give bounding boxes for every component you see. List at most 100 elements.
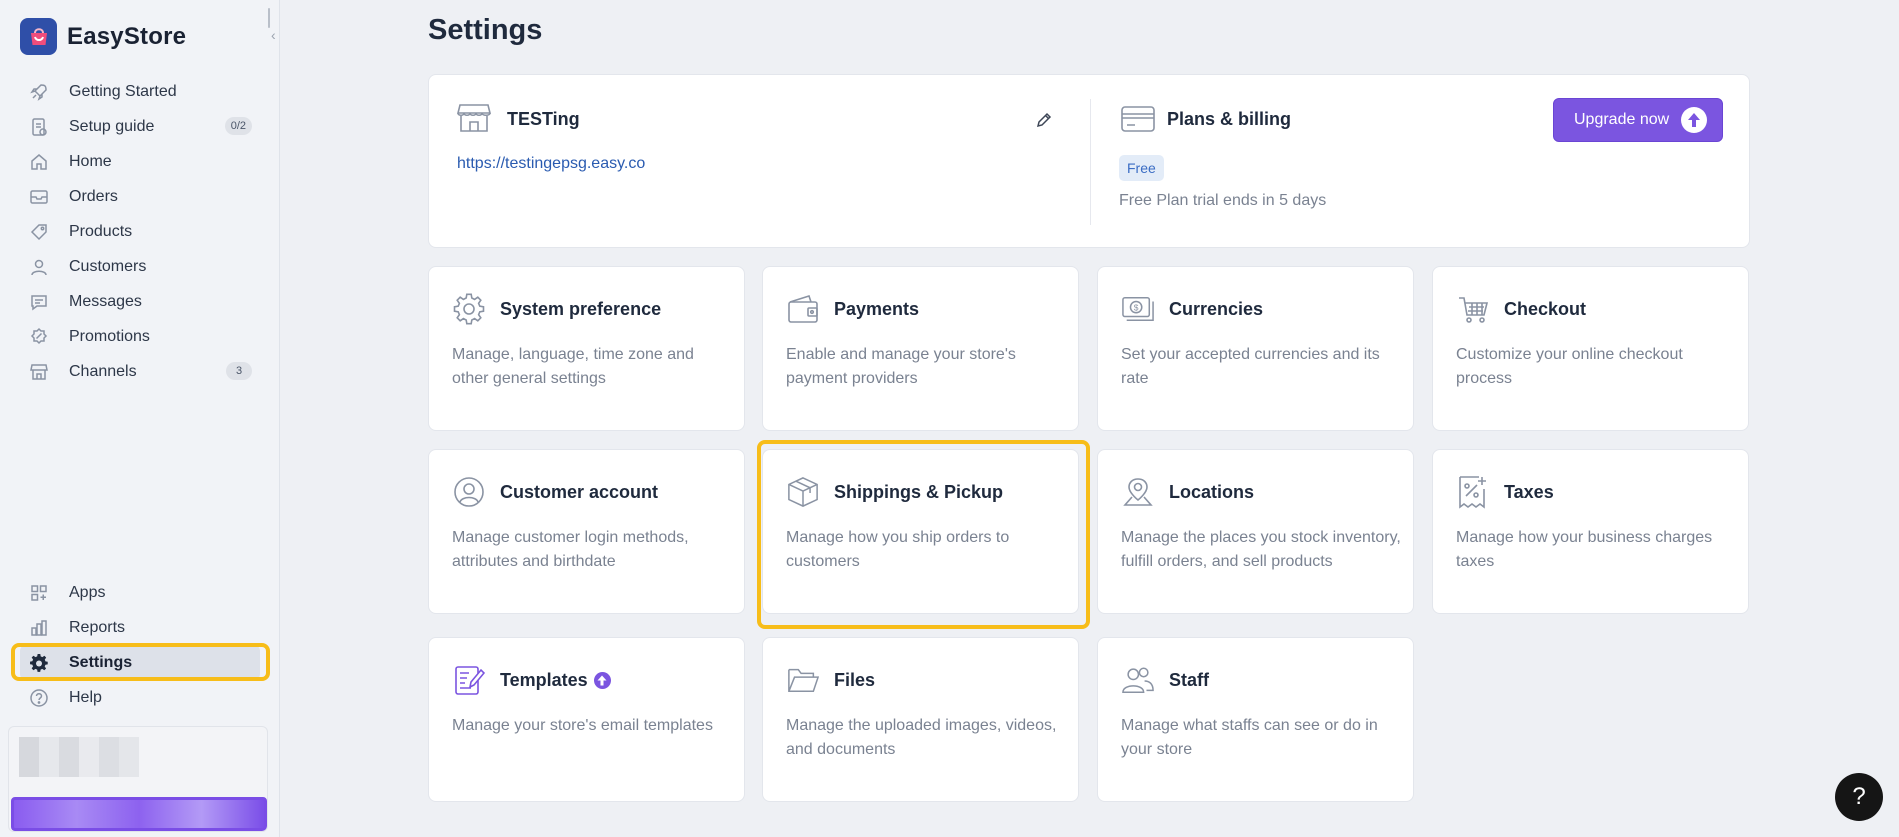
package-icon [787,476,819,508]
card-description: Manage what staffs can see or do in your… [1121,717,1378,758]
sidebar-item-promotions[interactable]: Promotions [20,319,260,354]
sidebar-item-label: Reports [69,618,126,636]
sidebar-item-orders[interactable]: Orders [20,179,260,214]
sidebar-item-apps[interactable]: Apps [20,575,260,610]
plan-badge: Free [1119,155,1164,181]
users-icon [1122,664,1154,696]
upgrade-now-button[interactable]: Upgrade now [1553,98,1723,142]
chat-icon [28,291,50,313]
sidebar-item-label: Home [69,152,112,170]
inbox-icon [28,186,50,208]
settings-card-staff[interactable]: Staff Manage what staffs can see or do i… [1097,637,1414,802]
storefront-icon [456,103,492,138]
sidebar-item-settings[interactable]: Settings [20,645,260,680]
sidebar-item-label: Products [69,222,133,240]
sidebar-item-setup-guide[interactable]: Setup guide 0/2 [20,109,260,144]
store-overview-card: TESTing https://testingepsg.easy.co Plan… [428,74,1750,248]
plans-billing-title: Plans & billing [1167,109,1292,129]
card-description: Manage the uploaded images, videos, and … [786,717,1057,758]
settings-card-checkout[interactable]: Checkout Customize your online checkout … [1432,266,1749,431]
card-description: Customize your online checkout process [1456,346,1683,387]
settings-card-currencies[interactable]: $ Currencies Set your accepted currencie… [1097,266,1414,431]
gear-icon [28,652,50,674]
discount-icon [28,326,50,348]
home-icon [28,151,50,173]
card-title-text: Templates [500,670,588,690]
card-description: Manage the places you stock inventory, f… [1121,529,1401,570]
card-title: Staff [1169,670,1209,690]
edit-store-pencil-icon[interactable] [1033,109,1055,131]
cart-icon [1457,293,1489,325]
redacted-account-name [19,737,139,777]
user-circle-icon [453,476,485,508]
sidebar-item-home[interactable]: Home [20,144,260,179]
brand-name: EasyStore [67,22,187,50]
sidebar-item-label: Help [69,688,102,706]
sidebar-item-help[interactable]: Help [20,680,260,715]
account-switcher[interactable] [8,726,268,832]
plan-trial-note: Free Plan trial ends in 5 days [1119,192,1327,209]
settings-card-taxes[interactable]: Taxes Manage how your business charges t… [1432,449,1749,614]
sidebar-item-label: Channels [69,362,137,380]
apps-icon [28,582,50,604]
sidebar-item-label: Settings [69,653,133,671]
card-title: System preference [500,299,662,319]
sidebar-item-reports[interactable]: Reports [20,610,260,645]
tag-icon [28,221,50,243]
sidebar: EasyStore ‹ Getting Started Setup guide … [0,0,280,837]
brand[interactable]: EasyStore [20,18,186,55]
card-title: Files [834,670,876,690]
channels-count-badge: 3 [226,362,252,380]
store-url-link[interactable]: https://testingepsg.easy.co [457,155,645,173]
settings-card-templates[interactable]: Templates Manage your store's email temp… [428,637,745,802]
settings-card-payments[interactable]: Payments Enable and manage your store's … [762,266,1079,431]
svg-text:$: $ [1134,302,1139,312]
sidebar-item-label: Customers [69,257,147,275]
card-title: Shippings & Pickup [834,482,1004,502]
sidebar-item-label: Apps [69,583,106,601]
sidebar-item-channels[interactable]: Channels 3 [20,354,260,389]
divider [1090,99,1091,225]
sidebar-resize-handle[interactable] [268,8,270,28]
wallet-icon [787,293,819,325]
arrow-up-circle-icon [1681,107,1708,133]
rocket-icon [28,81,50,103]
card-description: Manage your store's email templates [452,717,713,734]
help-chat-button[interactable]: ? [1835,773,1883,821]
location-pin-icon [1122,476,1154,508]
page-title: Settings [428,14,543,46]
sidebar-item-customers[interactable]: Customers [20,249,260,284]
settings-card-system-preference[interactable]: System preference Manage, language, time… [428,266,745,431]
settings-card-shippings-pickup[interactable]: Shippings & Pickup Manage how you ship o… [762,449,1079,614]
card-description: Manage, language, time zone and other ge… [452,346,694,387]
gear-outline-icon [453,293,485,325]
credit-card-icon [1121,105,1155,138]
collapse-sidebar-chevron-icon[interactable]: ‹ [271,25,285,45]
settings-card-customer-account[interactable]: Customer account Manage customer login m… [428,449,745,614]
setup-progress-badge: 0/2 [224,117,252,135]
sidebar-item-products[interactable]: Products [20,214,260,249]
template-edit-icon [453,664,485,696]
bar-chart-icon [28,617,50,639]
currency-icon: $ [1122,293,1154,325]
settings-card-files[interactable]: Files Manage the uploaded images, videos… [762,637,1079,802]
user-icon [28,256,50,278]
card-description: Manage how you ship orders to customers [786,529,1010,570]
upgrade-required-arrow-icon [593,672,611,689]
card-title: Customer account [500,482,659,502]
sidebar-item-label: Promotions [69,327,150,345]
checklist-icon [28,116,50,138]
easystore-logo-icon [20,18,57,55]
help-circle-icon [28,687,50,709]
card-description: Enable and manage your store's payment p… [786,346,1016,387]
sidebar-item-label: Getting Started [69,82,177,100]
folder-icon [787,664,819,696]
sidebar-item-getting-started[interactable]: Getting Started [20,74,260,109]
card-description: Set your accepted currencies and its rat… [1121,346,1380,387]
card-title: Checkout [1504,299,1587,319]
settings-card-locations[interactable]: Locations Manage the places you stock in… [1097,449,1414,614]
card-title: Payments [834,299,920,319]
sidebar-item-messages[interactable]: Messages [20,284,260,319]
card-title: Taxes [1504,482,1554,502]
tax-receipt-icon [1457,476,1489,509]
